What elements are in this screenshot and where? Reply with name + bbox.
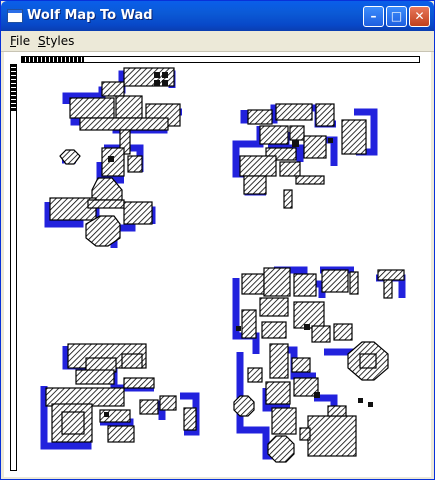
level-map-4 [232,266,406,463]
app-window: Wolf Map To Wad – □ ✕ File Styles [0,0,435,480]
minimize-button[interactable]: – [363,6,384,27]
level-map-3 [40,343,200,450]
menu-styles[interactable]: Styles [38,34,74,48]
maximize-button[interactable]: □ [386,6,407,27]
close-button[interactable]: ✕ [409,6,430,27]
window-title: Wolf Map To Wad [27,8,153,23]
map-canvas[interactable] [4,52,431,477]
title-bar[interactable]: Wolf Map To Wad – □ ✕ [1,1,434,31]
level-map-1 [44,67,182,248]
app-window-icon[interactable] [7,9,23,23]
wolf-map-drawing [40,67,406,463]
menu-file[interactable]: File [10,34,30,48]
level-map-2 [232,103,378,209]
menu-bar: File Styles [1,31,434,52]
